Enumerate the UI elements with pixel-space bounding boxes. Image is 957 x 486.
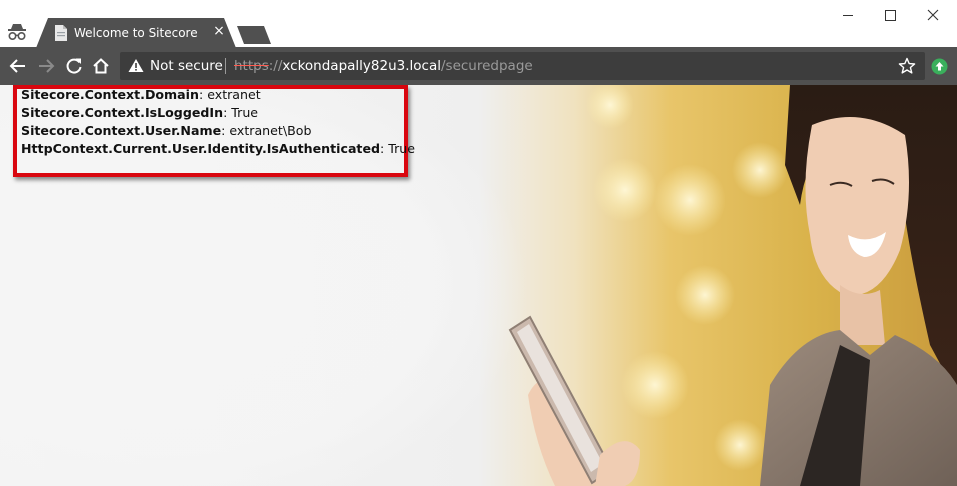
incognito-icon [8, 24, 26, 41]
url-text[interactable]: https://xckondapally82u3.local/securedpa… [234, 58, 533, 74]
extension-update-icon[interactable] [931, 58, 948, 75]
context-domain-label: Sitecore.Context.Domain [21, 87, 199, 102]
url-path: /securedpage [440, 58, 533, 74]
page-content: Sitecore.Context.Domain: extranet Siteco… [0, 85, 957, 486]
address-bar[interactable]: Not secure https://xckondapally82u3.loca… [120, 52, 925, 80]
tab-title: Welcome to Sitecore [74, 26, 198, 40]
back-arrow-icon[interactable] [8, 56, 28, 76]
context-isauthenticated-value: : True [380, 141, 416, 156]
context-isauthenticated-row: HttpContext.Current.User.Identity.IsAuth… [21, 140, 415, 158]
context-username-label: Sitecore.Context.User.Name [21, 123, 222, 138]
context-isloggedin-row: Sitecore.Context.IsLoggedIn: True [21, 104, 411, 122]
new-tab-button[interactable] [236, 26, 272, 44]
context-domain-row: Sitecore.Context.Domain: extranet [21, 86, 411, 104]
security-status-label[interactable]: Not secure [150, 58, 223, 74]
warning-icon [128, 59, 144, 72]
url-host: xckondapally82u3.local [282, 58, 441, 74]
omnibox-separator [225, 58, 226, 74]
tab-welcome[interactable]: Welcome to Sitecore × [36, 18, 236, 48]
context-info-list: Sitecore.Context.Domain: extranet Siteco… [21, 86, 415, 158]
maximize-icon[interactable] [868, 4, 912, 26]
tab-close-icon[interactable]: × [212, 24, 226, 38]
bookmark-star-icon[interactable] [898, 57, 916, 75]
close-icon[interactable] [911, 4, 955, 26]
context-isauthenticated-label: HttpContext.Current.User.Identity.IsAuth… [21, 141, 381, 156]
context-isloggedin-value: : True [223, 105, 259, 120]
context-domain-value: : extranet [198, 87, 261, 102]
tab-strip: Welcome to Sitecore × [0, 0, 957, 48]
context-username-row: Sitecore.Context.User.Name: extranet\Bob [21, 122, 411, 140]
forward-arrow-icon[interactable] [36, 56, 56, 76]
page-favicon-icon [55, 25, 67, 41]
context-isloggedin-label: Sitecore.Context.IsLoggedIn [21, 105, 224, 120]
reload-icon[interactable] [64, 56, 84, 76]
browser-window: Welcome to Sitecore × Not secure https:/… [0, 0, 957, 486]
minimize-icon[interactable] [826, 4, 870, 26]
context-username-value: : extranet\Bob [221, 123, 312, 138]
home-icon[interactable] [91, 56, 111, 76]
url-separator: :// [268, 58, 283, 74]
url-scheme: https [234, 58, 269, 74]
browser-toolbar: Not secure https://xckondapally82u3.loca… [0, 47, 957, 85]
